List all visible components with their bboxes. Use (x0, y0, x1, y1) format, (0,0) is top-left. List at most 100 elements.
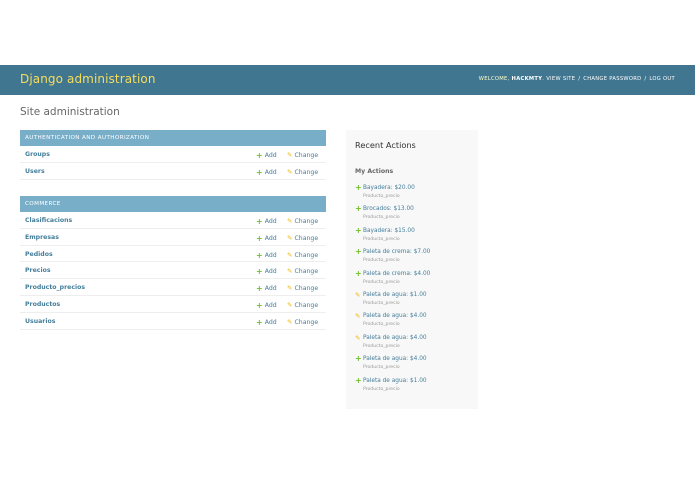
recent-action-item: ✎ Paleta de agua: $4.00 Producto_precio (355, 334, 475, 354)
model-link-empresas[interactable]: Empresas (25, 234, 59, 241)
recent-action-link[interactable]: Bayadera: $15.00 (363, 228, 415, 234)
pencil-icon: ✎ (287, 300, 293, 309)
model-row: Groups + Add ✎ Change (20, 146, 326, 163)
plus-icon: + (355, 268, 362, 278)
model-link-usuarios[interactable]: Usuarios (25, 318, 55, 325)
change-link[interactable]: ✎ Change (287, 217, 318, 225)
site-branding[interactable]: Django administration (20, 72, 156, 86)
view-site-link[interactable]: View site (546, 76, 575, 82)
pencil-icon: ✎ (355, 333, 361, 342)
add-link[interactable]: + Add (256, 301, 277, 310)
add-link[interactable]: + Add (256, 284, 277, 293)
username: HACKMTY (511, 76, 543, 82)
plus-icon: + (256, 317, 263, 327)
recent-action-link[interactable]: Brocados: $13.00 (363, 206, 414, 212)
recent-action-type: Producto_precio (363, 301, 400, 306)
model-link-clasificacions[interactable]: Clasificacions (25, 217, 72, 224)
add-link[interactable]: + Add (256, 251, 277, 260)
recent-action-link[interactable]: Paleta de agua: $4.00 (363, 313, 427, 319)
plus-icon: + (355, 375, 362, 385)
pencil-icon: ✎ (287, 267, 293, 276)
model-link-productos[interactable]: Productos (25, 301, 60, 308)
recent-action-link[interactable]: Paleta de agua: $1.00 (363, 378, 427, 384)
change-link[interactable]: ✎ Change (287, 301, 318, 309)
recent-action-item: + Paleta de crema: $4.00 Producto_precio (355, 268, 475, 290)
plus-icon: + (256, 267, 263, 277)
change-password-link[interactable]: Change password (583, 76, 641, 82)
plus-icon: + (355, 247, 362, 257)
change-link[interactable]: ✎ Change (287, 318, 318, 326)
separator: / (578, 76, 581, 82)
model-link-users[interactable]: Users (25, 168, 45, 175)
model-row: Users + Add ✎ Change (20, 163, 326, 180)
welcome-text: Welcome, (478, 76, 510, 82)
recent-action-type: Producto_precio (363, 343, 400, 349)
change-link[interactable]: ✎ Change (287, 284, 318, 292)
model-row: Productos + Add ✎ Change (20, 296, 326, 313)
recent-action-link[interactable]: Bayadera: $20.00 (363, 185, 415, 191)
add-link[interactable]: + Add (256, 267, 277, 276)
header-bar: Django administration Welcome, HACKMTY. … (0, 65, 695, 95)
add-link[interactable]: + Add (256, 318, 277, 327)
change-link[interactable]: ✎ Change (287, 234, 318, 242)
change-link[interactable]: ✎ Change (287, 151, 318, 159)
plus-icon: + (256, 300, 263, 310)
plus-icon: + (256, 167, 263, 177)
recent-action-item: + Bayadera: $15.00 Producto_precio (355, 226, 475, 247)
model-row: Producto_precios + Add ✎ Change (20, 279, 326, 296)
model-link-pedidos[interactable]: Pedidos (25, 251, 53, 258)
recent-action-type: Producto_precio (363, 236, 400, 242)
module-caption[interactable]: Authentication and Authorization (20, 130, 326, 146)
model-link-producto-precios[interactable]: Producto_precios (25, 284, 85, 291)
recent-actions-panel: Recent Actions My Actions + Bayadera: $20… (346, 130, 478, 409)
add-link[interactable]: + Add (256, 168, 277, 177)
recent-action-item: + Paleta de crema: $7.00 Producto_precio (355, 248, 475, 268)
recent-action-item: + Brocados: $13.00 Producto_precio (355, 205, 475, 225)
plus-icon: + (256, 217, 263, 226)
change-link[interactable]: ✎ Change (287, 267, 318, 275)
recent-action-type: Producto_precio (363, 279, 400, 285)
module-caption[interactable]: Commerce (20, 196, 326, 212)
recent-action-type: Producto_precio (363, 194, 400, 199)
log-out-link[interactable]: Log out (649, 76, 675, 82)
model-link-groups[interactable]: Groups (25, 151, 50, 158)
pencil-icon: ✎ (287, 151, 293, 159)
recent-action-link[interactable]: Paleta de agua: $4.00 (363, 335, 427, 341)
plus-icon: + (355, 354, 362, 364)
model-row: Pedidos + Add ✎ Change (20, 246, 326, 263)
change-link[interactable]: ✎ Change (287, 168, 318, 176)
recent-action-type: Producto_precio (363, 322, 400, 328)
change-link[interactable]: ✎ Change (287, 251, 318, 259)
recent-action-link[interactable]: Paleta de crema: $7.00 (363, 249, 430, 255)
recent-action-item: ✎ Paleta de agua: $4.00 Producto_precio (355, 312, 475, 332)
add-link[interactable]: + Add (256, 234, 277, 243)
app-module-commerce: Commerce Clasificacions + Add ✎ Change Emp… (20, 196, 326, 330)
pencil-icon: ✎ (287, 284, 293, 293)
recent-action-item: + Bayadera: $20.00 Producto_precio (355, 184, 475, 204)
recent-action-item: + Paleta de agua: $1.00 Producto_precio (355, 375, 475, 397)
recent-action-item: + Paleta de agua: $4.00 Producto_precio (355, 355, 475, 375)
recent-action-link[interactable]: Paleta de agua: $4.00 (363, 356, 427, 362)
model-row: Usuarios + Add ✎ Change (20, 313, 326, 330)
pencil-icon: ✎ (287, 217, 293, 225)
model-row: Precios + Add ✎ Change (20, 262, 326, 280)
recent-action-item: ✎ Paleta de agua: $1.00 Producto_precio (355, 291, 475, 311)
recent-action-type: Producto_precio (363, 365, 400, 371)
plus-icon: + (256, 233, 263, 243)
recent-action-link[interactable]: Paleta de crema: $4.00 (363, 271, 430, 277)
pencil-icon: ✎ (355, 312, 361, 321)
app-module-auth: Authentication and Authorization Groups … (20, 130, 326, 180)
plus-icon: + (256, 284, 263, 294)
plus-icon: + (355, 183, 362, 192)
plus-icon: + (256, 250, 263, 260)
add-link[interactable]: + Add (256, 217, 277, 226)
user-tools: Welcome, HACKMTY. View site / Change pas… (478, 76, 675, 82)
pencil-icon: ✎ (287, 233, 293, 242)
plus-icon: + (256, 151, 263, 160)
add-link[interactable]: + Add (256, 151, 277, 160)
recent-action-link[interactable]: Paleta de agua: $1.00 (363, 292, 427, 298)
pencil-icon: ✎ (287, 250, 293, 259)
recent-actions-title: Recent Actions (355, 140, 416, 150)
pencil-icon: ✎ (287, 317, 293, 326)
model-link-precios[interactable]: Precios (25, 267, 51, 274)
